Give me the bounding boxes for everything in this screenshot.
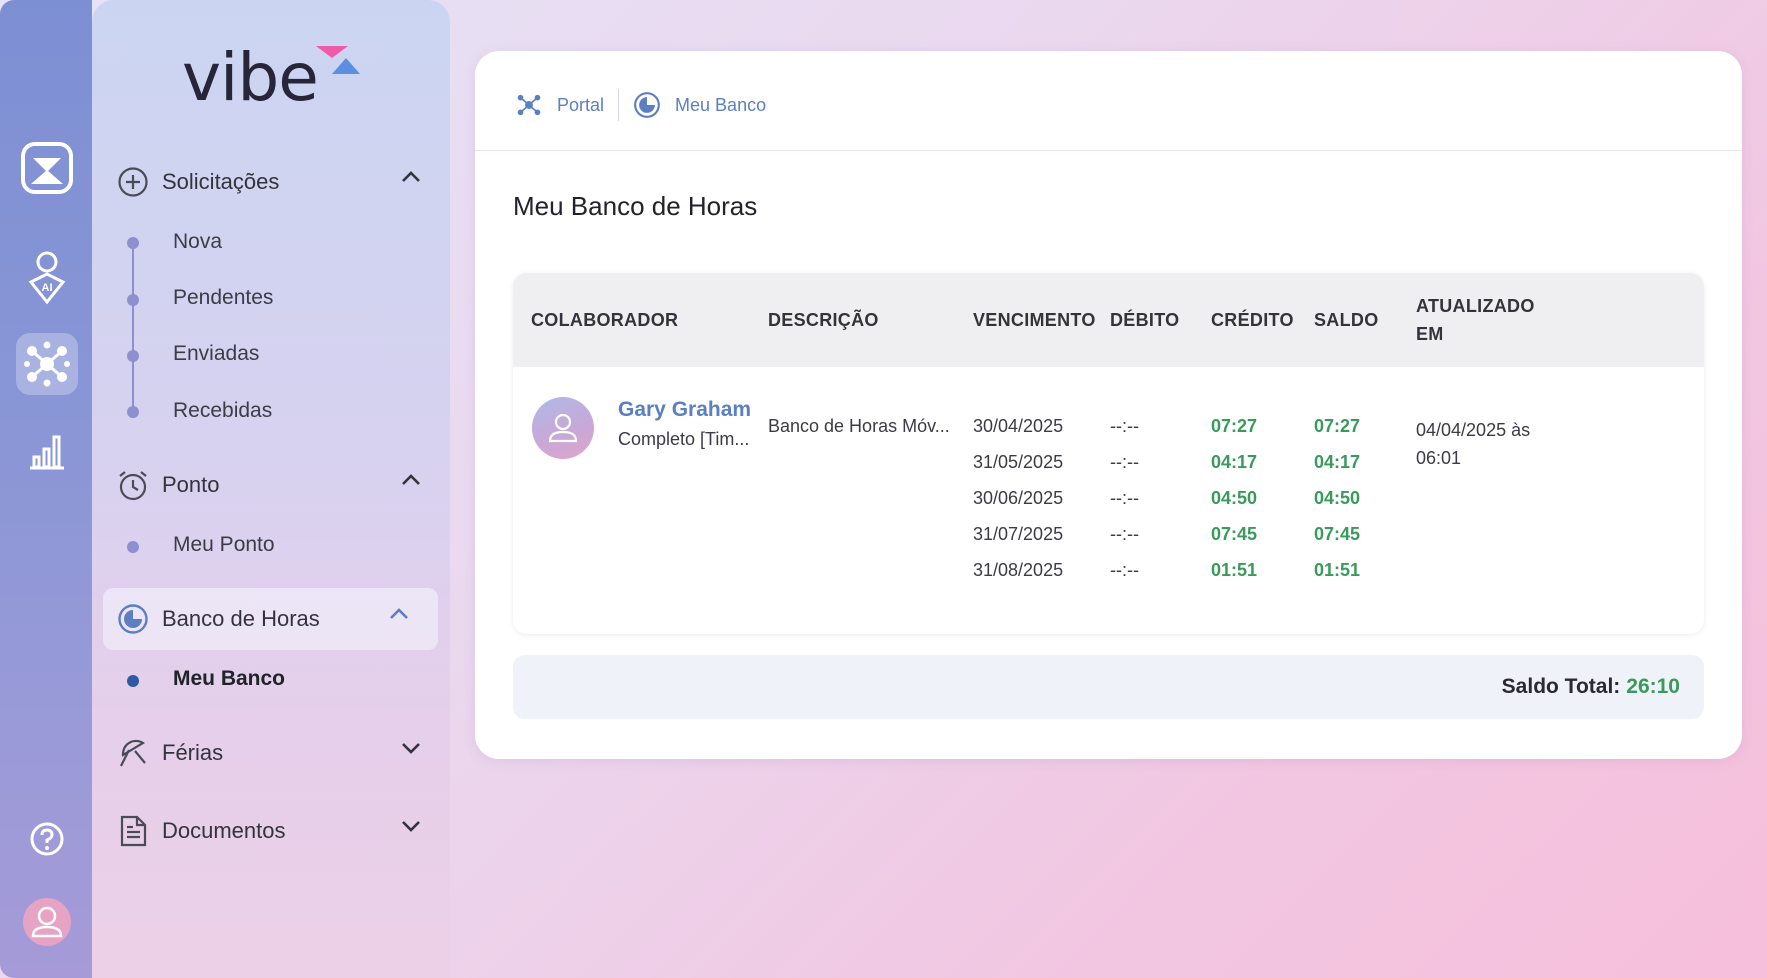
credito-cell: 01:51 [1211,560,1258,580]
clock-bank-icon [116,602,150,636]
ai-user-icon[interactable]: AI [16,247,78,309]
alarm-clock-icon [116,468,150,502]
chevron-down-icon [402,743,420,754]
debito-cell: --:-- [1110,488,1139,508]
menu-banco-de-horas[interactable]: Banco de Horas [103,588,438,650]
hours-bank-table: COLABORADOR DESCRIÇÃO VENCIMENTO DÉBITO … [513,273,1704,634]
saldo-cell: 04:50 [1314,488,1361,508]
saldo-cell: 07:45 [1314,524,1361,544]
help-icon[interactable] [16,808,78,870]
breadcrumb-portal[interactable]: Portal [515,91,604,119]
menu-ferias[interactable]: Férias [116,722,436,784]
total-balance: Saldo Total: 26:10 [1501,675,1680,698]
page-title: Meu Banco de Horas [513,191,758,221]
breadcrumb: Portal Meu Banco [515,85,766,125]
chevron-down-icon [402,821,420,832]
umbrella-icon [116,736,150,770]
sidebar: vibe Solicitações Nova Pendentes Enviada… [92,0,450,978]
debito-cell: --:-- [1110,524,1139,544]
vencimento-cell: 30/06/2025 [973,488,1064,508]
inbox-icon[interactable] [16,137,78,199]
credito-cell: 04:17 [1211,452,1258,472]
vencimento-cell: 30/04/2025 [973,416,1064,436]
submenu-nova[interactable]: Nova [173,230,222,254]
saldo-cell: 04:17 [1314,452,1361,472]
table-header: COLABORADOR DESCRIÇÃO VENCIMENTO DÉBITO … [513,273,1704,367]
vencimento-cell: 31/08/2025 [973,560,1064,580]
saldo-cell: 07:27 [1314,416,1361,436]
total-balance-value: 26:10 [1626,675,1680,698]
employee-name-link[interactable]: Gary Graham [618,398,751,422]
submenu-meu-banco[interactable]: Meu Banco [173,667,285,691]
debito-cell: --:-- [1110,452,1139,472]
header-debito[interactable]: DÉBITO [1110,306,1179,334]
vibe-logo: vibe [182,38,382,118]
logo-mark-icon [316,46,360,74]
updated-at-cell: 04/04/2025 às 06:01 [1416,420,1531,468]
header-descricao[interactable]: DESCRIÇÃO [768,306,879,334]
chevron-up-icon [390,608,408,619]
header-colaborador[interactable]: COLABORADOR [531,306,678,334]
main-card: Portal Meu Banco Meu Banco de Horas COLA… [475,51,1742,759]
network-icon [515,91,543,119]
submenu-pendentes[interactable]: Pendentes [173,286,273,310]
plus-circle-icon [116,165,150,199]
menu-documentos[interactable]: Documentos [116,800,436,862]
submenu-enviadas[interactable]: Enviadas [173,342,259,366]
credito-cell: 07:45 [1211,524,1258,544]
avatar [532,397,594,459]
description-cell: Banco de Horas Móv... [768,416,950,436]
saldo-cell: 01:51 [1314,560,1361,580]
menu-ponto[interactable]: Ponto [116,454,436,516]
submenu-recebidas[interactable]: Recebidas [173,399,272,423]
breadcrumb-current[interactable]: Meu Banco [633,91,766,119]
network-icon[interactable] [16,333,78,395]
vencimento-cell: 31/07/2025 [973,524,1064,544]
vencimento-cell: 31/05/2025 [973,452,1064,472]
header-credito[interactable]: CRÉDITO [1211,306,1294,334]
employee-role: Completo [Tim... [618,429,750,449]
document-icon [116,814,150,848]
menu-solicitacoes[interactable]: Solicitações [116,151,436,213]
total-balance-bar: Saldo Total: 26:10 [513,655,1704,719]
submenu-meu-ponto[interactable]: Meu Ponto [173,533,275,557]
debito-cell: --:-- [1110,560,1139,580]
clock-bank-icon [633,91,661,119]
debito-cell: --:-- [1110,416,1139,436]
header-atualizado[interactable]: ATUALIZADO EM [1416,292,1535,348]
credito-cell: 04:50 [1211,488,1258,508]
svg-text:AI: AI [42,282,53,294]
user-avatar-icon[interactable] [16,891,78,953]
credito-cell: 07:27 [1211,416,1258,436]
chevron-up-icon [402,171,420,182]
icon-rail: AI [0,0,92,978]
header-saldo[interactable]: SALDO [1314,306,1379,334]
chevron-up-icon [402,474,420,485]
chart-icon[interactable] [16,420,78,482]
header-vencimento[interactable]: VENCIMENTO [973,306,1096,334]
